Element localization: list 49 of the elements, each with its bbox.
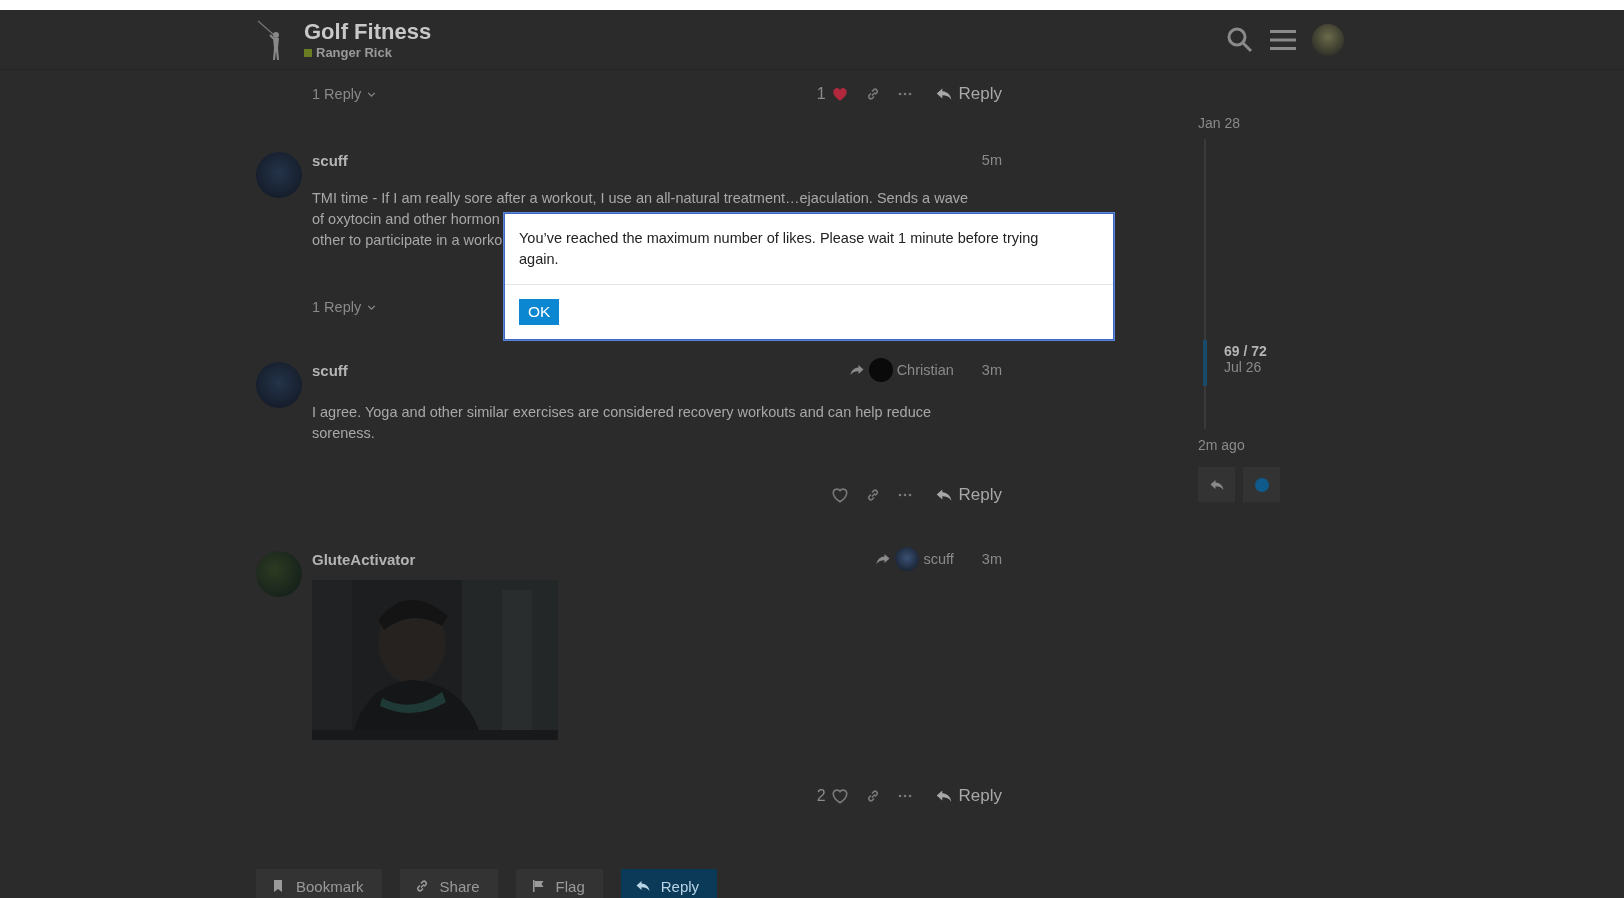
- post-date: Jul 26: [1224, 358, 1263, 375]
- user-avatar[interactable]: [256, 152, 302, 198]
- timeline-handle[interactable]: [1203, 339, 1207, 386]
- username[interactable]: GluteActivator: [312, 550, 416, 568]
- user-avatar[interactable]: [1312, 23, 1344, 56]
- like-button[interactable]: 2: [808, 780, 857, 812]
- reply-button[interactable]: Reply: [920, 479, 1002, 511]
- like-button[interactable]: 1: [808, 78, 857, 110]
- site-title[interactable]: Golf Fitness: [304, 19, 432, 45]
- reply-button[interactable]: Reply: [920, 780, 1002, 812]
- menu-icon[interactable]: [1270, 27, 1296, 52]
- post-text-line: other to participate in a worko: [312, 231, 503, 250]
- user-avatar: [895, 547, 920, 571]
- user-avatar[interactable]: [256, 362, 302, 408]
- last-activity[interactable]: 2m ago: [1198, 437, 1318, 453]
- username[interactable]: scuff: [312, 151, 348, 169]
- post-position: 69 / 72: [1224, 342, 1268, 359]
- dialog-message: You’ve reached the maximum number of likes. Please wait 1 minute before trying again.: [518, 229, 1040, 269]
- bookmark-button[interactable]: Bookmark: [256, 869, 382, 898]
- heart-icon: [830, 787, 849, 805]
- heart-icon: [830, 85, 849, 103]
- user-avatar: [868, 358, 893, 382]
- share-button[interactable]: Share: [399, 869, 498, 898]
- post-time[interactable]: 3m: [981, 362, 1002, 378]
- reply-button[interactable]: Reply: [620, 869, 718, 898]
- reply-to-link[interactable]: scuff: [875, 547, 954, 571]
- post-time[interactable]: 5m: [981, 152, 1002, 168]
- category-square-icon: [304, 48, 312, 57]
- username[interactable]: scuff: [312, 361, 348, 379]
- replies-toggle[interactable]: 1 Reply: [312, 82, 379, 106]
- notification-button[interactable]: [1243, 467, 1280, 502]
- replies-toggle[interactable]: 1 Reply: [312, 295, 379, 319]
- timeline-start-date[interactable]: Jan 28: [1198, 115, 1318, 131]
- search-icon: [1226, 25, 1254, 54]
- post-text-line: of oxytocin and other hormon: [312, 210, 500, 229]
- flag-button[interactable]: Flag: [515, 869, 603, 898]
- timeline-track[interactable]: 69 / 72 Jul 26: [1204, 139, 1318, 429]
- search-button[interactable]: [1226, 25, 1254, 54]
- reply-to-link[interactable]: Christian: [848, 358, 954, 382]
- ok-button[interactable]: OK: [519, 299, 560, 325]
- post-text: I agree. Yoga and other similar exercises are considered recovery workouts and can help reduce soreness.: [312, 403, 933, 443]
- post-time[interactable]: 3m: [981, 551, 1002, 567]
- user-avatar[interactable]: [256, 551, 302, 597]
- heart-icon: [830, 486, 849, 504]
- reply-button[interactable]: Reply: [920, 78, 1002, 110]
- reply-button[interactable]: [1198, 467, 1235, 502]
- notification-dot-icon: [1254, 477, 1269, 492]
- post-text-line: TMI time - If I am really sore after a workout, I use an all-natural treatment…ejaculation. Sends a wave: [312, 189, 968, 208]
- category-link[interactable]: Ranger Rick: [316, 45, 392, 60]
